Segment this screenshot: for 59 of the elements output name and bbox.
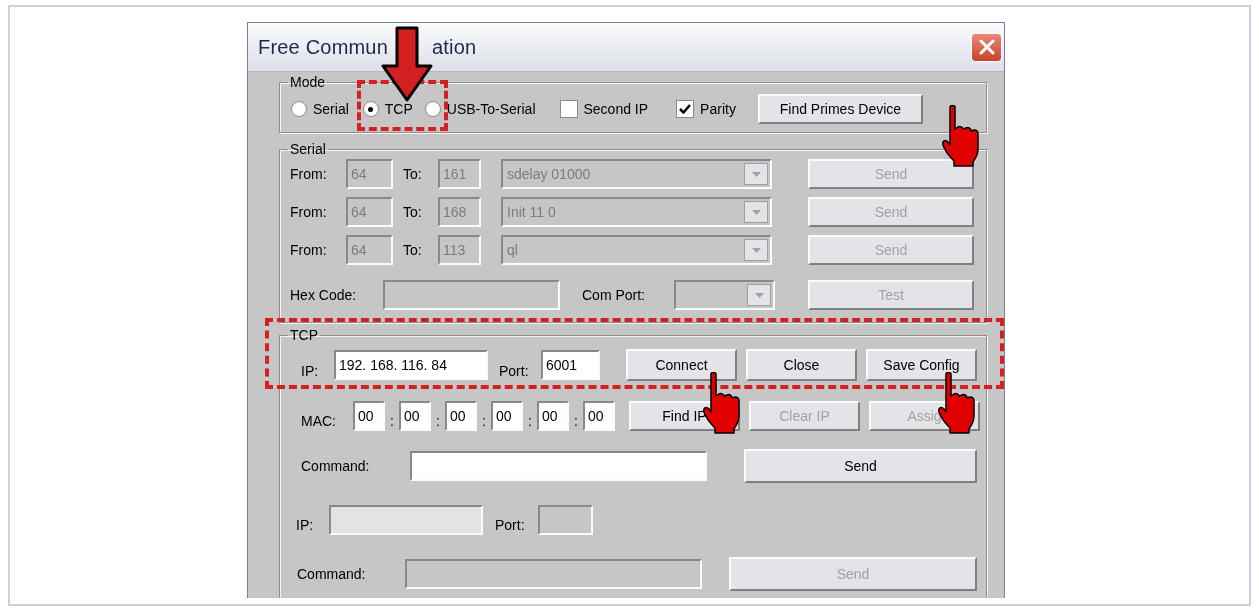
radio-label: USB-To-Serial [446, 101, 536, 117]
field-label: Com Port: [582, 287, 646, 303]
field-label: To: [403, 166, 423, 182]
tcp-button[interactable]: Save Config [866, 349, 977, 381]
tcp-button[interactable]: Connect [626, 349, 737, 381]
radio-label: TCP [384, 101, 413, 117]
mac-field[interactable]: 00 [583, 401, 615, 431]
caret-icon [751, 247, 761, 253]
field-label: To: [403, 242, 423, 258]
dropdown-value: ql [507, 242, 518, 258]
checkbox[interactable] [559, 100, 578, 118]
mac-separator: : [389, 413, 395, 429]
mac-field[interactable]: 00 [399, 401, 431, 431]
field-label: MAC: [301, 413, 337, 429]
mac-separator: : [573, 413, 579, 429]
field-label: From: [290, 242, 328, 258]
field-label: Port: [495, 517, 526, 533]
field-label: From: [290, 204, 328, 220]
checkbox[interactable] [676, 100, 695, 118]
command-field[interactable] [410, 451, 707, 481]
field-label: Command: [301, 458, 371, 474]
field-label: To: [403, 204, 423, 220]
mac-field[interactable]: 00 [491, 401, 523, 431]
check-icon [679, 104, 692, 114]
radio-button[interactable] [424, 101, 441, 117]
field-label: Command: [297, 566, 367, 582]
field-label: From: [290, 166, 328, 182]
mac-separator: : [435, 413, 441, 429]
group-label: Mode [289, 74, 327, 90]
send-button[interactable]: Send [744, 449, 977, 483]
radio-button[interactable] [291, 101, 307, 117]
dropdown-value: sdelay 01000 [507, 166, 591, 182]
mac-separator: : [527, 413, 533, 429]
mac-field[interactable]: 00 [445, 401, 477, 431]
checkbox-label: Second IP [583, 101, 649, 117]
ip-field[interactable]: 192. 168. 116. 84 [334, 350, 488, 380]
group-label: TCP [289, 327, 319, 343]
close-icon [978, 39, 995, 55]
caret-icon [751, 209, 761, 215]
close-button[interactable] [971, 32, 1002, 62]
port-field[interactable]: 6001 [541, 350, 600, 380]
mac-field[interactable]: 00 [353, 401, 385, 431]
find-devices-button[interactable]: Find Primes Device [757, 94, 923, 124]
mac-field[interactable]: 00 [537, 401, 569, 431]
radio-label: Serial [313, 101, 349, 117]
radio-button[interactable] [362, 101, 379, 117]
field-label: IP: [301, 363, 320, 379]
caret-icon [751, 171, 761, 177]
field-label: Port: [499, 363, 530, 379]
window-title: ation [432, 35, 477, 59]
field-label: Hex Code: [290, 287, 358, 303]
group-label: Serial [289, 141, 327, 157]
mac-separator: : [481, 413, 487, 429]
caret-icon [754, 292, 764, 298]
dropdown-value: Init 11 0 [507, 204, 556, 220]
checkbox-label: Parity [700, 101, 736, 117]
field-label: IP: [296, 517, 315, 533]
window-title: Free Commun [258, 35, 388, 59]
tcp-button[interactable]: Close [746, 349, 857, 381]
